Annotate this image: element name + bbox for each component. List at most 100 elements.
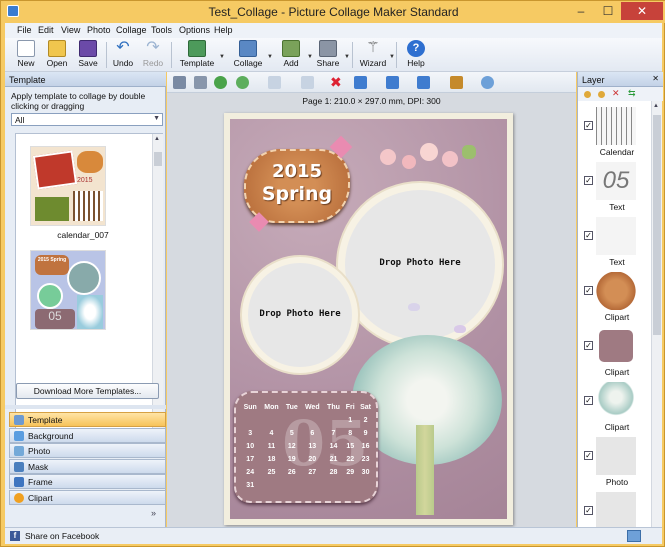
layer-visibility-checkbox[interactable]: ✓ <box>584 121 593 130</box>
tab-photo[interactable]: Photo <box>9 443 166 458</box>
delete-icon[interactable]: ✖ <box>330 74 342 91</box>
template-filter-select[interactable]: All ▼ <box>11 113 163 126</box>
title-year-text[interactable]: 2015 <box>246 161 348 182</box>
wizard-button[interactable]: ⚚ Wizard <box>355 40 391 70</box>
tab-frame[interactable]: Frame <box>9 474 166 489</box>
layer-list-scrollbar[interactable]: ▲ <box>651 101 662 527</box>
redo-button[interactable]: ↷ Redo <box>138 40 168 70</box>
layer-item[interactable]: ✓ 05 Text <box>578 160 651 215</box>
move-down-icon[interactable] <box>236 76 249 89</box>
rotate-left-icon[interactable] <box>268 76 281 89</box>
minimize-button[interactable]: – <box>567 2 595 20</box>
help-button[interactable]: ? Help <box>401 40 431 70</box>
layer-item[interactable]: ✓ Clipart <box>578 380 651 435</box>
share-dropdown-arrow[interactable]: ▼ <box>344 54 350 60</box>
move-up-icon[interactable] <box>214 76 227 89</box>
layer-up-icon[interactable] <box>584 91 591 98</box>
scroll-up-icon[interactable]: ▲ <box>154 136 160 142</box>
rotate-right-icon[interactable] <box>301 76 314 89</box>
share-button[interactable]: Share <box>311 40 345 70</box>
expand-tabs-icon[interactable]: » <box>151 508 156 518</box>
title-season-text[interactable]: Spring <box>246 183 348 205</box>
template-button[interactable]: Template <box>175 40 219 70</box>
scroll-thumb[interactable] <box>653 115 661 335</box>
menu-collage[interactable]: Collage <box>116 25 147 35</box>
scroll-thumb[interactable] <box>154 152 162 166</box>
layer-visibility-checkbox[interactable]: ✓ <box>584 341 593 350</box>
effects-icon[interactable] <box>450 76 463 89</box>
photo-placeholder-large[interactable]: Drop Photo Here <box>338 183 502 347</box>
zoom-icon[interactable] <box>481 76 494 89</box>
tab-mask-label: Mask <box>28 462 49 472</box>
tab-clipart[interactable]: Clipart <box>9 490 166 505</box>
close-button[interactable]: ✕ <box>621 2 663 20</box>
template-thumbnail-calendar-007[interactable]: 2015 <box>30 146 106 226</box>
layer-list[interactable]: ✓ Calendar ✓ 05 Text ✓ Text ✓ Clipart ✓ <box>578 101 651 530</box>
menu-edit[interactable]: Edit <box>38 25 54 35</box>
weekday: Sun <box>243 404 257 411</box>
layer-visibility-checkbox[interactable]: ✓ <box>584 286 593 295</box>
layer-down-icon[interactable] <box>598 91 605 98</box>
tab-mask[interactable]: Mask <box>9 459 166 474</box>
flowers-clipart[interactable] <box>376 141 484 175</box>
collage-dropdown-arrow[interactable]: ▼ <box>267 54 273 60</box>
crop-icon[interactable] <box>194 76 207 89</box>
layer-delete-icon[interactable]: ✕ <box>612 88 620 99</box>
layer-visibility-checkbox[interactable]: ✓ <box>584 451 593 460</box>
menu-view[interactable]: View <box>61 25 80 35</box>
tab-frame-label: Frame <box>28 477 53 487</box>
layer-visibility-checkbox[interactable]: ✓ <box>584 506 593 515</box>
tab-clipart-label: Clipart <box>28 493 53 503</box>
download-templates-button[interactable]: Download More Templates... <box>16 383 159 399</box>
template-filter-value: All <box>15 115 25 125</box>
undo-button[interactable]: ↶ Undo <box>108 40 138 70</box>
layer-item[interactable]: ✓ Text <box>578 215 651 270</box>
layer-item[interactable]: ✓ Calendar <box>578 105 651 160</box>
calendar-board[interactable]: 05 Sun Mon Tue Wed Thu Fri Sat 1 2 3 4 5… <box>234 391 378 503</box>
layer-item[interactable]: ✓ Clipart <box>578 325 651 380</box>
template-icon <box>188 40 206 57</box>
new-button[interactable]: New <box>11 40 41 70</box>
undo-label: Undo <box>112 58 134 68</box>
calendar-day <box>283 414 301 427</box>
menu-options[interactable]: Options <box>179 25 210 35</box>
frame-tab-icon <box>14 477 24 487</box>
align-icon[interactable] <box>354 76 367 89</box>
distribute-icon[interactable] <box>386 76 399 89</box>
person-icon[interactable] <box>173 76 186 89</box>
open-button[interactable]: Open <box>42 40 72 70</box>
layer-item[interactable]: ✓ Clipart <box>578 270 651 325</box>
maximize-button[interactable]: ☐ <box>594 2 622 20</box>
layer-visibility-checkbox[interactable]: ✓ <box>584 396 593 405</box>
layer-visibility-checkbox[interactable]: ✓ <box>584 176 593 185</box>
template-panel-header: Template <box>5 72 166 87</box>
menu-help[interactable]: Help <box>214 25 233 35</box>
size-icon[interactable] <box>417 76 430 89</box>
menu-tools[interactable]: Tools <box>151 25 172 35</box>
monitor-icon[interactable] <box>627 530 641 542</box>
save-button[interactable]: Save <box>73 40 103 70</box>
thumb-photo <box>32 150 78 190</box>
collage-button[interactable]: Collage <box>227 40 269 70</box>
layer-item[interactable]: ✓ Photo <box>578 435 651 490</box>
template-thumbnail-calendar-008[interactable]: 2015 Spring 05 <box>30 250 106 330</box>
wizard-dropdown-arrow[interactable]: ▼ <box>389 54 395 60</box>
menu-photo[interactable]: Photo <box>87 25 111 35</box>
tab-background[interactable]: Background <box>9 428 166 443</box>
menu-file[interactable]: File <box>17 25 32 35</box>
layer-visibility-checkbox[interactable]: ✓ <box>584 231 593 240</box>
template-dropdown-arrow[interactable]: ▼ <box>219 54 225 60</box>
add-button[interactable]: Add <box>274 40 308 70</box>
collage-page[interactable]: 2015 Spring Drop Photo Here Drop Photo H… <box>224 113 513 525</box>
tab-template[interactable]: Template <box>9 412 166 427</box>
menu-bar: File Edit View Photo Collage Tools Optio… <box>5 23 662 38</box>
title-label-board[interactable]: 2015 Spring <box>244 149 350 223</box>
title-bar: Test_Collage - Picture Collage Maker Sta… <box>1 1 665 23</box>
close-icon[interactable]: ✕ <box>652 74 659 83</box>
panel-splitter[interactable] <box>5 405 166 409</box>
facebook-icon[interactable]: f <box>10 531 20 541</box>
scroll-up-icon[interactable]: ▲ <box>653 103 659 109</box>
layer-refresh-icon[interactable]: ⇆ <box>628 88 636 99</box>
share-facebook-link[interactable]: Share on Facebook <box>25 531 99 541</box>
layer-panel: Layer ✕ ✕ ⇆ ✓ Calendar ✓ 05 Text ✓ Text <box>577 72 663 530</box>
